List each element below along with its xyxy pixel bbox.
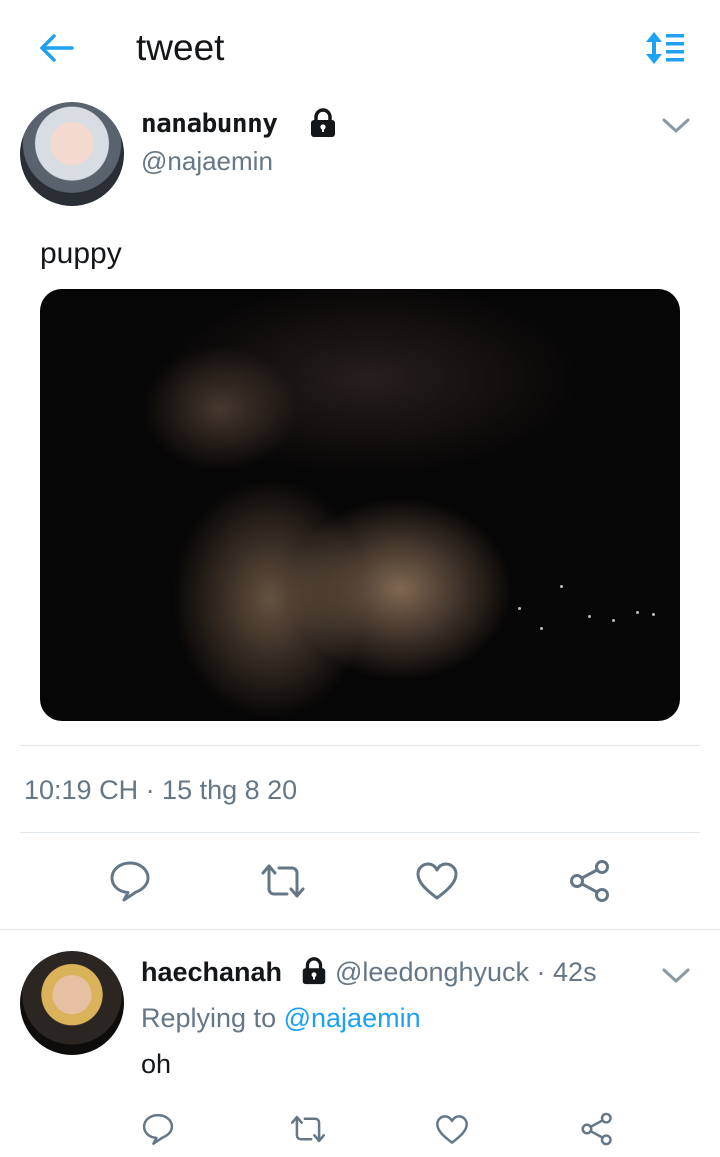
divider	[0, 929, 720, 930]
share-icon	[581, 1112, 612, 1146]
arrow-left-icon	[40, 34, 74, 62]
reply-reply-button[interactable]	[134, 1105, 182, 1153]
reply-like-button[interactable]	[428, 1105, 476, 1153]
lock-icon	[306, 106, 340, 140]
divider	[20, 832, 700, 833]
chevron-down-icon	[662, 968, 690, 983]
like-button[interactable]	[409, 853, 465, 909]
share-button[interactable]	[562, 853, 618, 909]
tweet-timestamp: 10:19 CH · 15 thg 8 20	[24, 775, 298, 805]
tweet-photo[interactable]	[40, 289, 680, 721]
retweet-icon	[290, 1115, 326, 1143]
replying-to: Replying to @najaemin	[141, 1001, 421, 1035]
share-icon	[570, 860, 609, 902]
divider	[20, 745, 700, 746]
display-name[interactable]: nanabunny	[141, 106, 278, 142]
reply-icon	[142, 1113, 174, 1145]
more-options-button[interactable]	[656, 108, 696, 144]
replying-to-label: Replying to	[141, 1003, 277, 1033]
replying-to-mention[interactable]: @najaemin	[284, 1003, 421, 1033]
reply-text: oh	[141, 1049, 172, 1079]
like-icon	[436, 1114, 468, 1144]
like-icon	[416, 862, 458, 900]
sort-icon	[646, 32, 684, 64]
reply-handle-time[interactable]: @leedonghyuck · 42s	[335, 955, 597, 989]
page-title: tweet	[136, 27, 225, 68]
retweet-icon	[261, 864, 305, 898]
reply-retweet-button[interactable]	[284, 1105, 332, 1153]
avatar[interactable]	[20, 102, 124, 206]
reply-avatar[interactable]	[20, 951, 124, 1055]
lock-icon	[298, 954, 330, 988]
reply-share-button[interactable]	[573, 1105, 621, 1153]
reply-button[interactable]	[102, 853, 158, 909]
tweet-text: puppy	[40, 237, 122, 270]
user-handle[interactable]: @najaemin	[141, 145, 273, 177]
reply-display-name[interactable]: haechanah	[141, 955, 282, 989]
reply-icon	[110, 861, 150, 902]
back-button[interactable]	[28, 26, 84, 70]
chevron-down-icon	[662, 118, 690, 133]
reply-more-options-button[interactable]	[656, 958, 696, 994]
retweet-button[interactable]	[255, 853, 311, 909]
sort-button[interactable]	[638, 26, 694, 70]
